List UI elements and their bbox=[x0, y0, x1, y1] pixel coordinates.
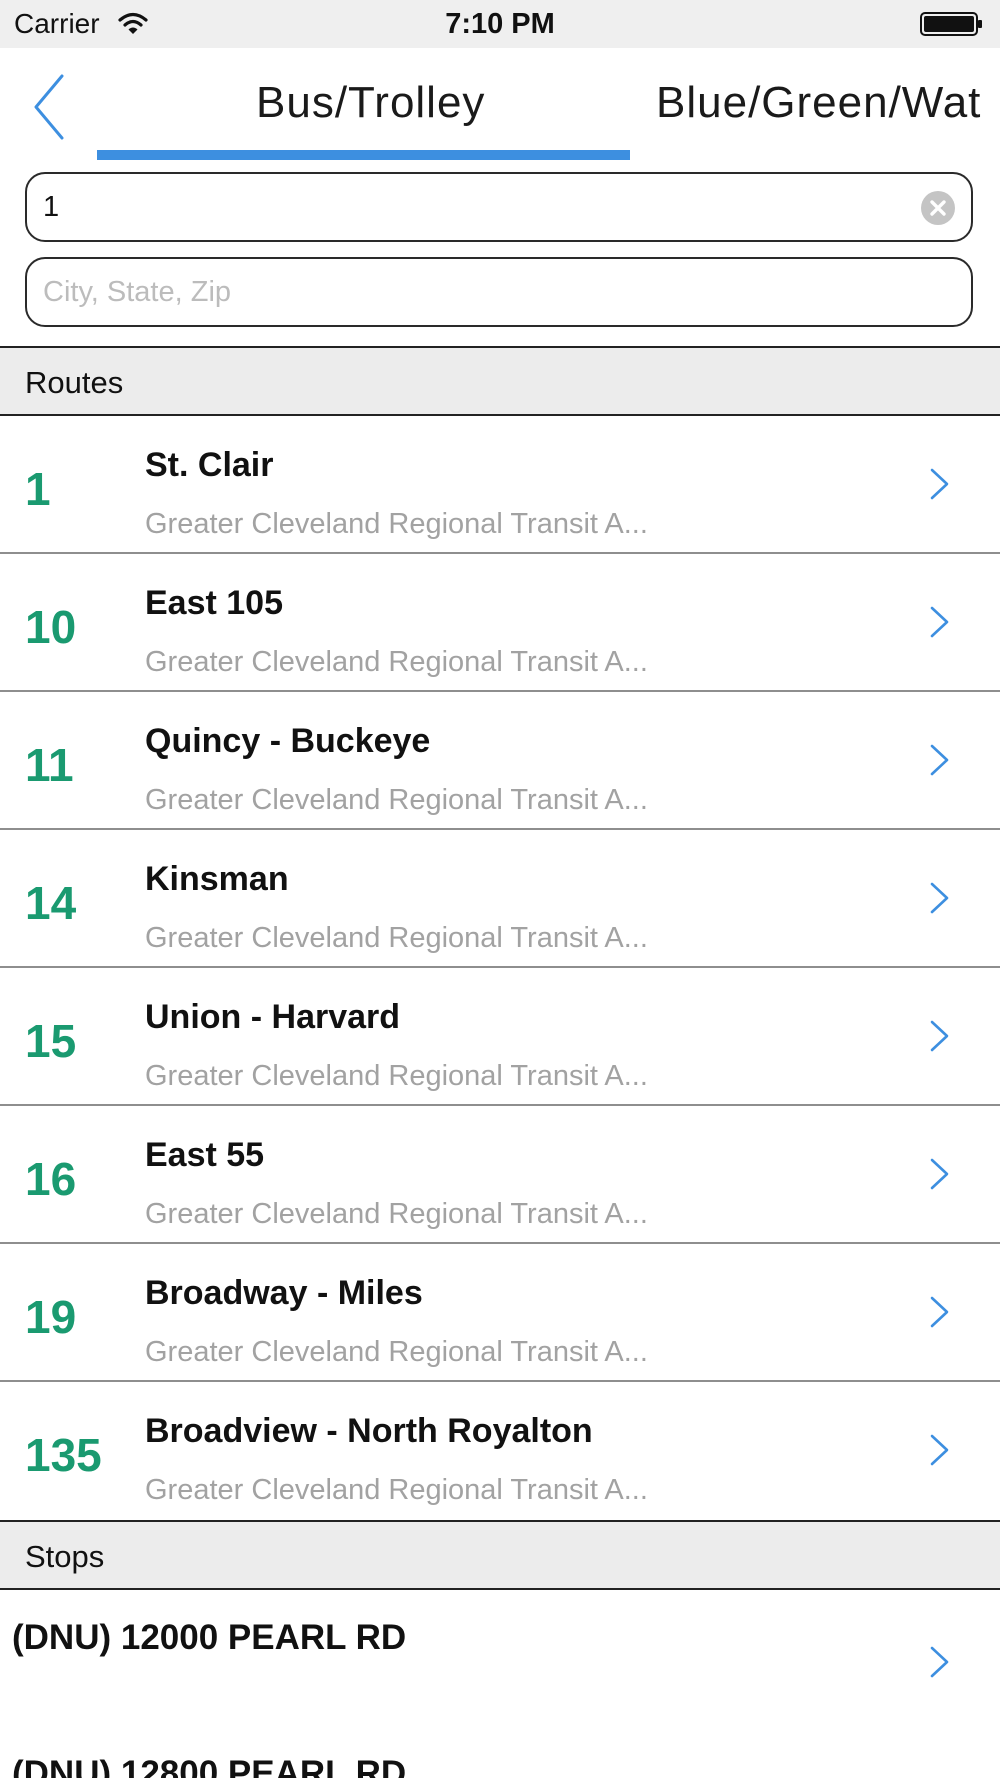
route-name: Quincy - Buckeye bbox=[145, 722, 431, 760]
stops-section-header: Stops bbox=[0, 1520, 1000, 1590]
route-agency: Greater Cleveland Regional Transit A... bbox=[145, 508, 648, 540]
status-bar: Carrier 7:10 PM bbox=[0, 0, 1000, 48]
route-search-field bbox=[25, 172, 973, 242]
route-agency: Greater Cleveland Regional Transit A... bbox=[145, 1198, 648, 1230]
location-search-input[interactable] bbox=[43, 259, 903, 325]
routes-section-title: Routes bbox=[25, 365, 124, 400]
routes-list: 1 St. Clair Greater Cleveland Regional T… bbox=[0, 416, 1000, 1518]
route-name: Broadview - North Royalton bbox=[145, 1412, 593, 1450]
battery-icon bbox=[920, 12, 982, 36]
tab-bus-trolley[interactable]: Bus/Trolley bbox=[256, 78, 485, 128]
route-row[interactable]: 14 Kinsman Greater Cleveland Regional Tr… bbox=[0, 830, 1000, 968]
route-agency: Greater Cleveland Regional Transit A... bbox=[145, 784, 648, 816]
route-agency: Greater Cleveland Regional Transit A... bbox=[145, 922, 648, 954]
route-row[interactable]: 1 St. Clair Greater Cleveland Regional T… bbox=[0, 416, 1000, 554]
chevron-right-icon bbox=[930, 1296, 949, 1328]
route-name: East 105 bbox=[145, 584, 283, 622]
stop-row[interactable]: (DNU) 12800 PEARL RD bbox=[0, 1726, 1000, 1778]
chevron-right-icon bbox=[930, 744, 949, 776]
chevron-right-icon bbox=[930, 1434, 949, 1466]
status-time: 7:10 PM bbox=[445, 8, 555, 40]
route-search-input[interactable] bbox=[43, 174, 903, 240]
route-number: 11 bbox=[25, 739, 74, 791]
stops-list: (DNU) 12000 PEARL RD (DNU) 12800 PEARL R… bbox=[0, 1590, 1000, 1778]
clear-icon[interactable] bbox=[921, 191, 955, 225]
stop-name: (DNU) 12800 PEARL RD bbox=[12, 1754, 407, 1778]
chevron-right-icon bbox=[930, 468, 949, 500]
route-name: Union - Harvard bbox=[145, 998, 401, 1036]
stop-row[interactable]: (DNU) 12000 PEARL RD bbox=[0, 1590, 1000, 1726]
route-row[interactable]: 16 East 55 Greater Cleveland Regional Tr… bbox=[0, 1106, 1000, 1244]
route-name: Kinsman bbox=[145, 860, 289, 898]
stop-name: (DNU) 12000 PEARL RD bbox=[12, 1618, 407, 1657]
route-agency: Greater Cleveland Regional Transit A... bbox=[145, 1474, 648, 1506]
route-number: 16 bbox=[25, 1153, 77, 1205]
route-name: Broadway - Miles bbox=[145, 1274, 423, 1312]
chevron-right-icon bbox=[930, 1020, 949, 1052]
chevron-right-icon bbox=[930, 606, 949, 638]
route-number: 14 bbox=[25, 877, 77, 929]
active-tab-indicator bbox=[97, 150, 630, 160]
route-row[interactable]: 19 Broadway - Miles Greater Cleveland Re… bbox=[0, 1244, 1000, 1382]
chevron-right-icon bbox=[930, 1646, 949, 1678]
tab-blue-green-waterfront[interactable]: Blue/Green/Wat bbox=[656, 78, 981, 128]
chevron-right-icon bbox=[930, 882, 949, 914]
route-row[interactable]: 11 Quincy - Buckeye Greater Cleveland Re… bbox=[0, 692, 1000, 830]
route-number: 10 bbox=[25, 601, 77, 653]
route-number: 19 bbox=[25, 1291, 77, 1343]
route-name: East 55 bbox=[145, 1136, 265, 1174]
route-number: 135 bbox=[25, 1429, 102, 1481]
route-number: 1 bbox=[25, 463, 51, 515]
route-row[interactable]: 10 East 105 Greater Cleveland Regional T… bbox=[0, 554, 1000, 692]
tab-header: Bus/Trolley Blue/Green/Wat bbox=[0, 48, 1000, 163]
back-chevron-icon[interactable] bbox=[28, 70, 78, 144]
route-agency: Greater Cleveland Regional Transit A... bbox=[145, 1060, 648, 1092]
location-search-field bbox=[25, 257, 973, 327]
chevron-right-icon bbox=[930, 1158, 949, 1190]
route-agency: Greater Cleveland Regional Transit A... bbox=[145, 646, 648, 678]
screen: Carrier 7:10 PM Bus/Trolley Blue/Green/W… bbox=[0, 0, 1000, 1778]
stops-section-title: Stops bbox=[25, 1539, 105, 1574]
route-row[interactable]: 15 Union - Harvard Greater Cleveland Reg… bbox=[0, 968, 1000, 1106]
route-agency: Greater Cleveland Regional Transit A... bbox=[145, 1336, 648, 1368]
routes-section-header: Routes bbox=[0, 346, 1000, 416]
route-row[interactable]: 135 Broadview - North Royalton Greater C… bbox=[0, 1382, 1000, 1518]
route-name: St. Clair bbox=[145, 446, 274, 484]
route-number: 15 bbox=[25, 1015, 77, 1067]
